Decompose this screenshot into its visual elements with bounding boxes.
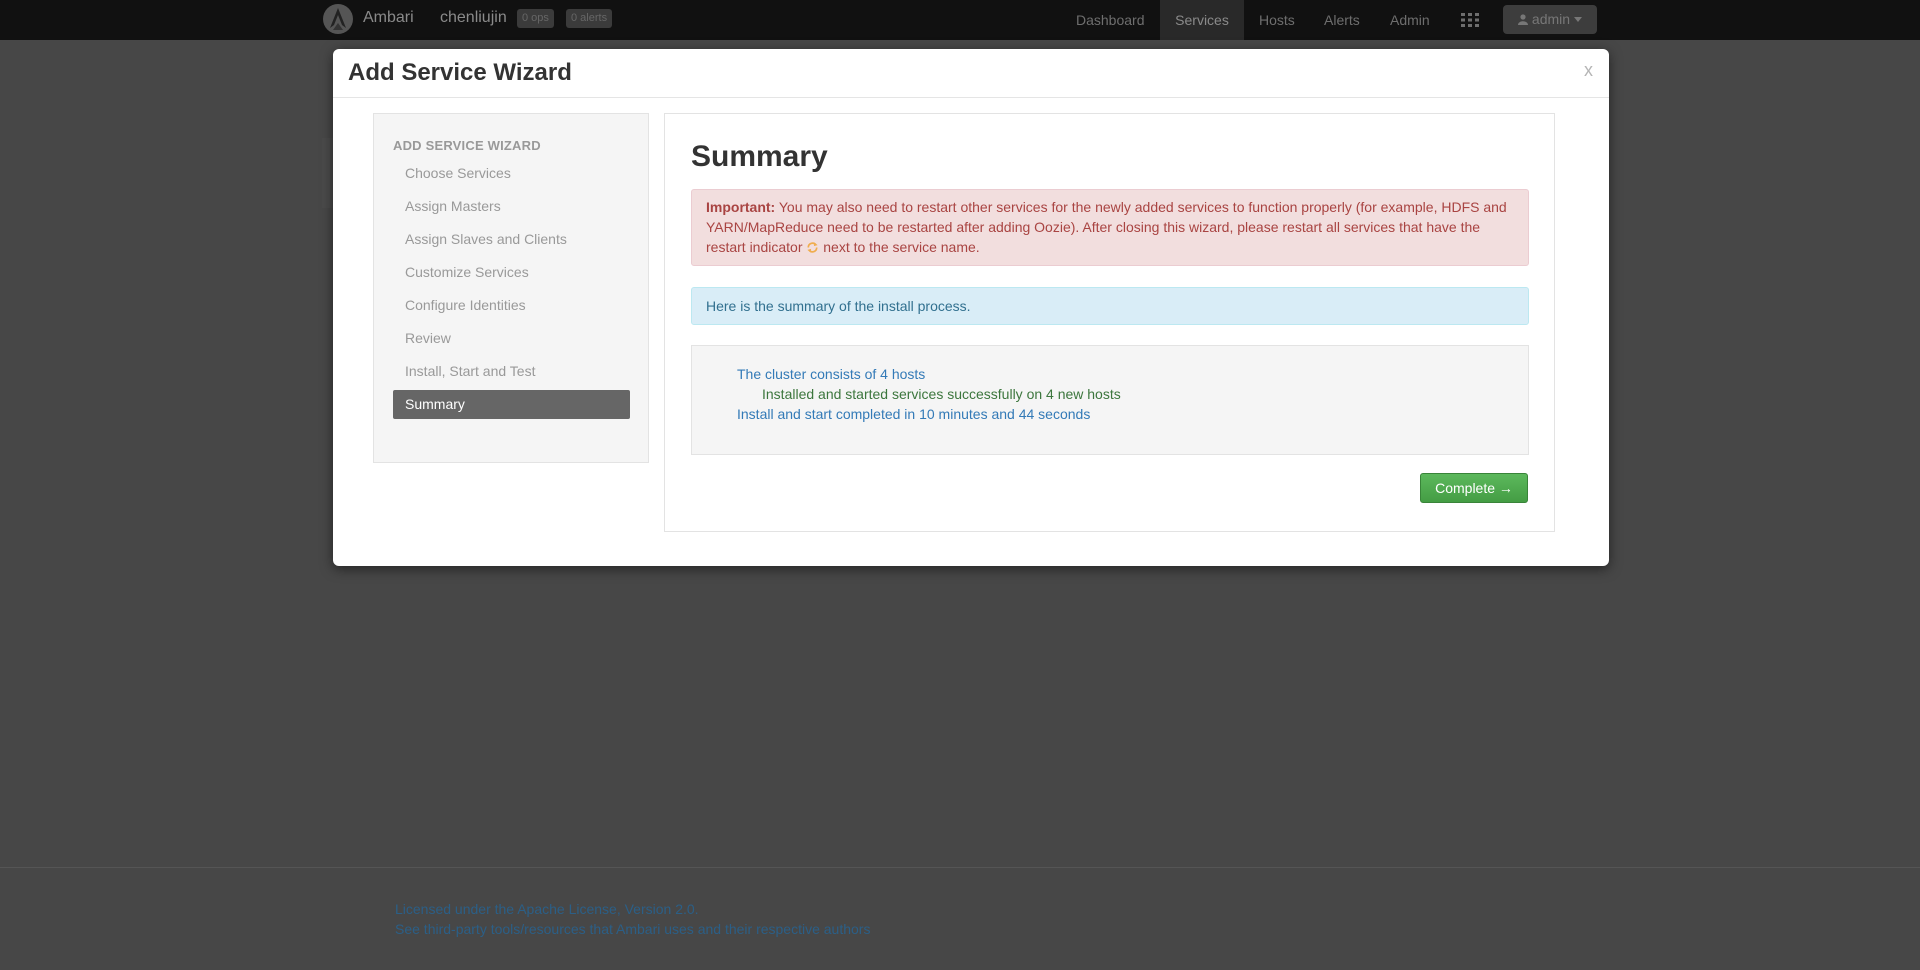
page-title: Summary [691,140,828,173]
installed-services-line: Installed and started services successfu… [762,386,1121,402]
user-menu-button[interactable]: admin [1503,5,1597,34]
alerts-badge[interactable]: 0 alerts [566,9,613,28]
important-text-end: next to the service name. [823,239,980,255]
modal-header: Add Service Wizard x [333,49,1609,98]
brand-name[interactable]: Ambari [363,9,414,27]
step-configure-identities: Configure Identities [405,297,526,313]
modal-title: Add Service Wizard [348,59,572,86]
install-summary-box: The cluster consists of 4 hosts Installe… [691,345,1529,455]
add-service-wizard-modal: Add Service Wizard x ADD SERVICE WIZARD … [333,49,1609,566]
step-assign-slaves-clients: Assign Slaves and Clients [405,231,567,247]
apps-grid-icon[interactable] [1461,13,1479,27]
cluster-name[interactable]: chenliujin [440,9,507,27]
nav-dashboard[interactable]: Dashboard [1076,0,1145,40]
close-button[interactable]: x [1584,60,1593,81]
step-assign-masters: Assign Masters [405,198,501,214]
important-label: Important: [706,199,776,215]
complete-button[interactable]: Complete → [1420,473,1528,503]
user-icon [1518,14,1529,25]
page-footer: Licensed under the Apache License, Versi… [0,867,1920,970]
license-link[interactable]: Licensed under the Apache License, Versi… [395,901,699,917]
nav-hosts[interactable]: Hosts [1259,0,1295,40]
ops-badge[interactable]: 0 ops [517,9,554,28]
nav-alerts[interactable]: Alerts [1324,0,1360,40]
step-customize-services: Customize Services [405,264,529,280]
user-name: admin [1531,11,1571,27]
step-summary[interactable]: Summary [393,390,630,419]
step-choose-services: Choose Services [405,165,511,181]
nav-services[interactable]: Services [1160,0,1244,40]
important-alert: Important: You may also need to restart … [691,189,1529,266]
nav-admin[interactable]: Admin [1390,0,1430,40]
caret-down-icon [1573,17,1582,22]
top-navbar: Ambari chenliujin 0 ops 0 alerts Dashboa… [0,0,1920,40]
info-alert: Here is the summary of the install proce… [691,287,1529,325]
third-party-link[interactable]: See third-party tools/resources that Amb… [395,921,870,937]
cluster-hosts-line: The cluster consists of 4 hosts [737,366,926,382]
summary-panel: Summary Important: You may also need to … [664,113,1555,532]
wizard-sidebar: ADD SERVICE WIZARD Choose Services Assig… [373,113,649,463]
ambari-logo-icon[interactable] [322,3,354,35]
install-duration-line: Install and start completed in 10 minute… [737,406,1091,422]
restart-indicator-icon [807,242,818,253]
step-review: Review [405,330,451,346]
sidebar-heading: ADD SERVICE WIZARD [393,138,541,153]
step-install-start-test: Install, Start and Test [405,363,536,379]
